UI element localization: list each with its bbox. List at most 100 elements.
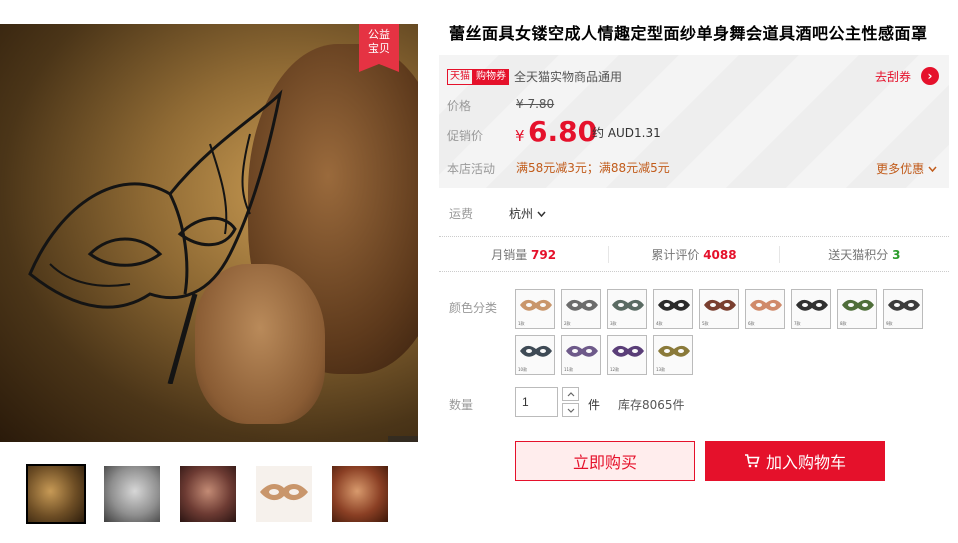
color-swatch-list: 1款 2款 3款 4款 5款 6款 7款 8款 9款 10款 11款 12款 13款 (515, 289, 935, 375)
color-option-caption: 5款 (702, 321, 709, 326)
mask-swatch-icon (566, 299, 598, 311)
chevron-down-icon (567, 408, 574, 413)
color-option-11[interactable]: 11款 (561, 335, 601, 375)
coupon-row: 天猫 购物券 全天猫实物商品通用 (447, 68, 622, 85)
color-option-caption: 2款 (564, 321, 571, 326)
buy-now-button[interactable]: 立即购买 (515, 441, 695, 481)
product-title: 蕾丝面具女镂空成人情趣定型面纱单身舞会道具酒吧公主性感面罩 (449, 24, 928, 43)
color-option-7[interactable]: 7款 (791, 289, 831, 329)
chevron-down-icon (928, 166, 937, 173)
color-option-caption: 4款 (656, 321, 663, 326)
color-option-10[interactable]: 10款 (515, 335, 555, 375)
reviews-label: 累计评价 (651, 247, 700, 262)
quantity-input[interactable] (515, 387, 558, 417)
activity-label: 本店活动 (447, 162, 496, 176)
promo-panel: 天猫 购物券 全天猫实物商品通用 去刮券 › 价格 ¥ 7.80 促销价 ¥ 6… (439, 55, 949, 188)
thumbnail-4[interactable] (254, 464, 314, 524)
promo-price: 6.80 (528, 115, 598, 148)
color-option-caption: 13款 (656, 367, 666, 372)
mask-swatch-icon (888, 299, 920, 311)
points: 送天猫积分 3 (780, 246, 949, 263)
aud-price: 约 AUD1.31 (592, 126, 661, 140)
coupon-tag: 购物券 (473, 68, 509, 85)
get-coupon-label: 去刮券 (874, 69, 911, 84)
color-option-8[interactable]: 8款 (837, 289, 877, 329)
thumbnail-2[interactable] (102, 464, 162, 524)
mask-swatch-icon (612, 299, 644, 311)
shipping-label: 运费 (449, 207, 474, 221)
mask-swatch-icon (566, 345, 598, 357)
stock-count: 库存8065件 (618, 398, 685, 412)
color-option-caption: 11款 (564, 367, 574, 372)
more-offers-label: 更多优惠 (876, 162, 925, 176)
color-option-caption: 8款 (840, 321, 847, 326)
store-activity: 满58元减3元；满88元减5元 (516, 161, 670, 175)
tmall-tag: 天猫 (447, 68, 473, 85)
color-option-caption: 6款 (748, 321, 755, 326)
color-option-1[interactable]: 1款 (515, 289, 555, 329)
currency-symbol: ¥ (515, 127, 525, 145)
mask-swatch-icon (750, 299, 782, 311)
mask-swatch-icon (612, 345, 644, 357)
mask-swatch-icon (658, 345, 690, 357)
color-option-caption: 12款 (610, 367, 620, 372)
mask-swatch-icon (520, 345, 552, 357)
shipping-city-select[interactable]: 杭州 (509, 205, 546, 222)
color-option-caption: 3款 (610, 321, 617, 326)
stats-bar: 月销量 792 累计评价 4088 送天猫积分 3 (439, 236, 949, 272)
thumbnail-strip (26, 464, 390, 524)
color-option-caption: 10款 (518, 367, 528, 372)
reviews[interactable]: 累计评价 4088 (609, 245, 780, 263)
get-coupon-link[interactable]: 去刮券 › (875, 67, 939, 85)
color-option-caption: 9款 (886, 321, 893, 326)
color-option-13[interactable]: 13款 (653, 335, 693, 375)
color-option-2[interactable]: 2款 (561, 289, 601, 329)
monthly-sales: 月销量 792 (439, 245, 610, 263)
mask-swatch-icon (842, 299, 874, 311)
cart-icon (744, 454, 760, 468)
charity-badge-line2: 宝贝 (368, 42, 390, 55)
color-option-12[interactable]: 12款 (607, 335, 647, 375)
color-label: 颜色分类 (449, 301, 498, 315)
mask-swatch-icon (520, 299, 552, 311)
arrow-right-icon: › (921, 67, 939, 85)
color-option-4[interactable]: 4款 (653, 289, 693, 329)
shipping-city: 杭州 (509, 207, 534, 221)
color-option-5[interactable]: 5款 (699, 289, 739, 329)
charity-badge-line1: 公益 (368, 28, 390, 41)
quantity-label: 数量 (449, 398, 474, 412)
zoom-button[interactable] (388, 436, 418, 442)
more-offers-link[interactable]: 更多优惠 (876, 160, 937, 177)
monthly-sales-value: 792 (531, 247, 557, 262)
add-to-cart-label: 加入购物车 (765, 453, 846, 472)
monthly-sales-label: 月销量 (491, 247, 528, 262)
color-option-caption: 7款 (794, 321, 801, 326)
mask-swatch-icon (704, 299, 736, 311)
main-product-image[interactable] (0, 24, 418, 442)
promo-price-label: 促销价 (447, 129, 484, 143)
mask-swatch-icon (796, 299, 828, 311)
color-option-9[interactable]: 9款 (883, 289, 923, 329)
quantity-increase-button[interactable] (562, 387, 579, 401)
thumbnail-1[interactable] (26, 464, 86, 524)
quantity-unit: 件 (588, 398, 601, 412)
color-option-6[interactable]: 6款 (745, 289, 785, 329)
chevron-down-icon (537, 211, 546, 218)
lace-mask-graphic (28, 89, 283, 384)
points-label: 送天猫积分 (828, 247, 889, 262)
color-option-caption: 1款 (518, 321, 525, 326)
price-label: 价格 (447, 99, 472, 113)
thumbnail-3[interactable] (178, 464, 238, 524)
mask-thumbnail-graphic (260, 484, 308, 501)
quantity-decrease-button[interactable] (562, 403, 579, 417)
reviews-value: 4088 (703, 247, 737, 262)
original-price: ¥ 7.80 (516, 97, 555, 111)
color-option-3[interactable]: 3款 (607, 289, 647, 329)
charity-badge: 公益 宝贝 (359, 24, 399, 72)
add-to-cart-button[interactable]: 加入购物车 (705, 441, 885, 481)
buy-now-label: 立即购买 (572, 453, 637, 472)
mask-swatch-icon (658, 299, 690, 311)
points-value: 3 (892, 247, 901, 262)
thumbnail-5[interactable] (330, 464, 390, 524)
chevron-up-icon (567, 391, 574, 396)
